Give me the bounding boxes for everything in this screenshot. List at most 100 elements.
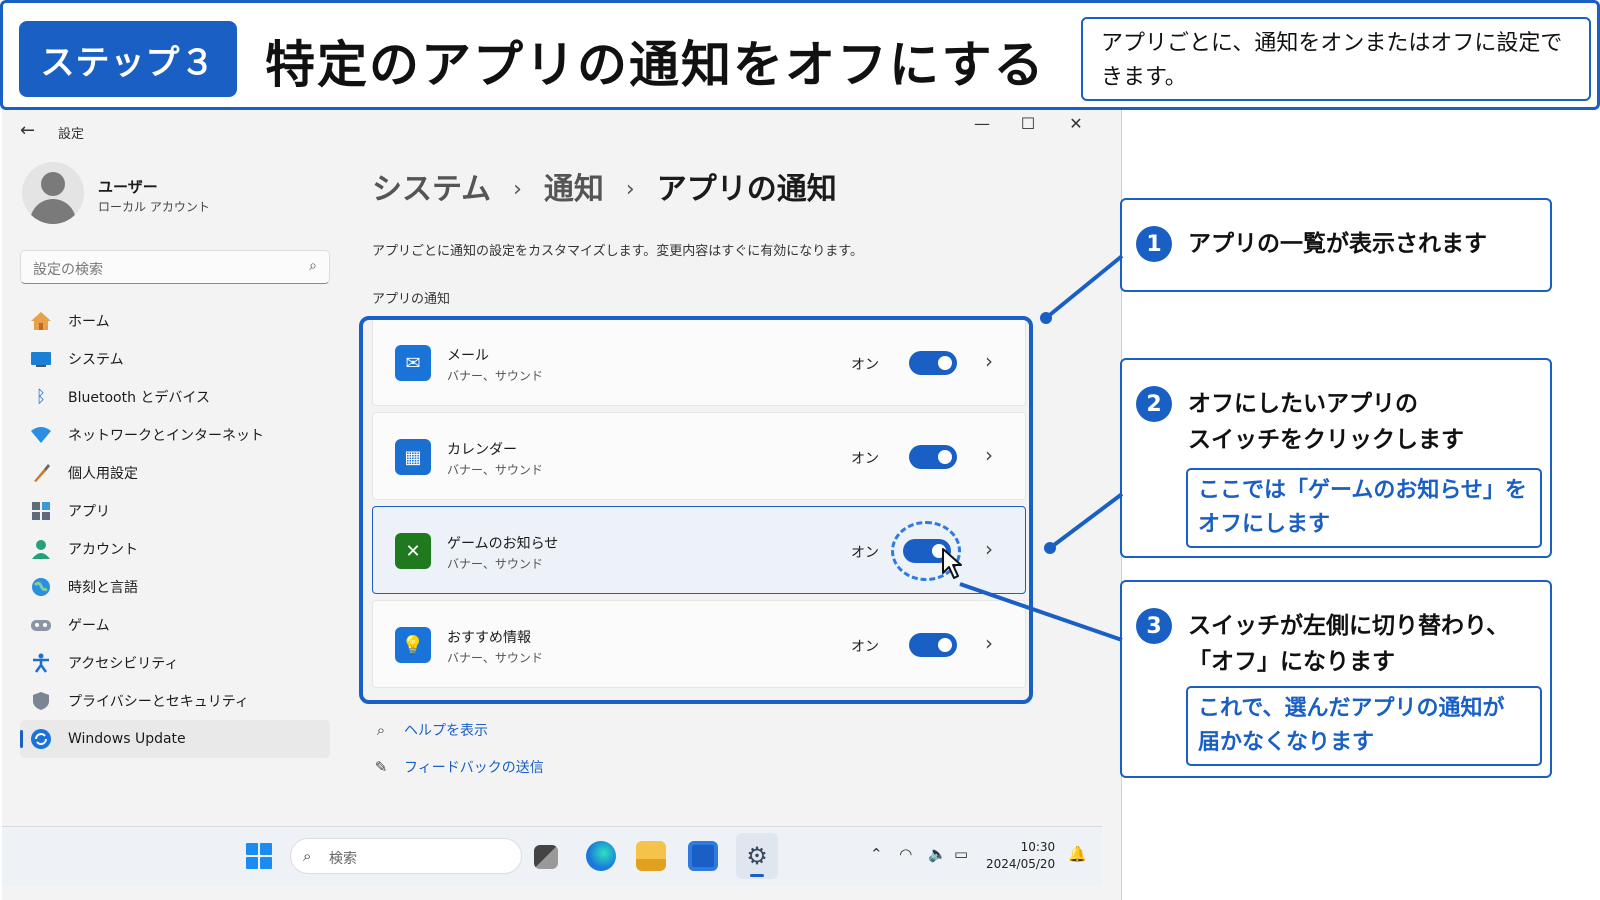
chevron-right-icon[interactable]: ›	[985, 631, 993, 655]
task-view-icon[interactable]	[534, 845, 558, 869]
callout-subnote-line2: 届かなくなります	[1198, 730, 1375, 755]
bluetooth-icon: ᛒ	[35, 387, 47, 407]
feedback-link-label: フィードバックの送信	[404, 760, 544, 776]
step-badge: ステップ３	[19, 21, 237, 97]
chevron-right-icon[interactable]: ›	[985, 537, 993, 561]
breadcrumb-system[interactable]: システム	[372, 172, 491, 207]
gamepad-icon	[30, 614, 52, 636]
app-name: ゲームのお知らせ	[447, 536, 559, 552]
sidebar-item-privacy[interactable]: プライバシーとセキュリティ	[20, 682, 330, 720]
network-icon	[30, 424, 52, 446]
account-type: ローカル アカウント	[98, 200, 210, 214]
sidebar-item-gaming[interactable]: ゲーム	[20, 606, 330, 644]
app-name: カレンダー	[447, 442, 517, 458]
accessibility-icon	[30, 652, 52, 674]
sidebar-item-accounts[interactable]: アカウント	[20, 530, 330, 568]
app-name: おすすめ情報	[447, 630, 531, 646]
app-row-game-notices[interactable]: ✕ ゲームのお知らせ バナー、サウンド オン ›	[372, 506, 1026, 594]
toggle-state-label: オン	[851, 639, 879, 655]
step-note: アプリごとに、通知をオンまたはオフに設定できます。	[1081, 17, 1591, 101]
toggle-state-label: オン	[851, 545, 879, 561]
maximize-button[interactable]: ☐	[1008, 114, 1048, 133]
search-icon: ⌕	[303, 847, 312, 865]
sidebar-item-windows-update[interactable]: Windows Update	[20, 720, 330, 758]
start-button[interactable]	[246, 843, 272, 869]
clock-time: 10:30	[1020, 840, 1056, 854]
volume-icon[interactable]: 🔈	[928, 845, 947, 863]
breadcrumb-notifications[interactable]: 通知	[544, 172, 604, 207]
wifi-icon[interactable]: ◜◝	[900, 845, 912, 863]
callout-subnote-line1: ここでは「ゲームのお知らせ」を	[1198, 478, 1527, 503]
callout-text-line2: スイッチをクリックします	[1188, 427, 1464, 453]
page-description: アプリごとに通知の設定をカスタマイズします。変更内容はすぐに有効になります。	[372, 244, 864, 259]
breadcrumb-separator: ›	[513, 177, 522, 202]
sidebar-item-home[interactable]: ホーム	[20, 302, 330, 340]
settings-search-input[interactable]: 設定の検索 ⌕	[20, 250, 330, 284]
feedback-link[interactable]: ✎ フィードバックの送信	[372, 757, 544, 777]
sidebar-item-accessibility[interactable]: アクセシビリティ	[20, 644, 330, 682]
notification-bell-icon[interactable]: 🔔	[1068, 845, 1087, 863]
sidebar-item-label: ネットワークとインターネット	[68, 428, 264, 444]
account-icon	[30, 538, 52, 560]
sidebar-item-label: アクセシビリティ	[68, 656, 179, 672]
toggle-switch[interactable]	[909, 633, 957, 657]
file-explorer-icon[interactable]	[636, 841, 666, 871]
callout-2: 2 オフにしたいアプリの スイッチをクリックします ここでは「ゲームのお知らせ」…	[1120, 358, 1552, 558]
toggle-switch[interactable]	[909, 351, 957, 375]
clock[interactable]: 10:30 2024/05/20	[986, 839, 1055, 873]
minimize-button[interactable]: —	[962, 114, 1002, 133]
callout-text-line1: スイッチが左側に切り替わり、	[1188, 613, 1510, 639]
sidebar-item-personalization[interactable]: 個人用設定	[20, 454, 330, 492]
help-link[interactable]: ⌕ ヘルプを表示	[372, 720, 488, 740]
search-placeholder: 設定の検索	[33, 262, 103, 278]
chevron-right-icon[interactable]: ›	[985, 349, 993, 373]
battery-icon[interactable]: ▭	[954, 845, 968, 863]
home-icon	[30, 310, 52, 332]
sidebar-item-label: ホーム	[68, 314, 110, 330]
app-sub: バナー、サウンド	[447, 369, 543, 383]
sidebar-item-label: プライバシーとセキュリティ	[68, 694, 249, 710]
settings-taskbar-icon[interactable]: ⚙	[736, 833, 778, 879]
step-title: 特定のアプリの通知をオフにする	[265, 36, 1046, 94]
sidebar-item-apps[interactable]: アプリ	[20, 492, 330, 530]
callout-subnote: これで、選んだアプリの通知が 届かなくなります	[1186, 686, 1542, 766]
sidebar-item-bluetooth[interactable]: ᛒ Bluetooth とデバイス	[20, 378, 330, 416]
window-title: 設定	[58, 127, 85, 142]
globe-icon	[30, 576, 52, 598]
sidebar-item-label: アプリ	[68, 504, 110, 520]
edge-icon[interactable]	[586, 841, 616, 871]
close-button[interactable]: ✕	[1056, 114, 1096, 133]
toggle-switch[interactable]	[909, 445, 957, 469]
sidebar-item-label: 時刻と言語	[68, 580, 138, 596]
taskbar-search[interactable]: ⌕ 検索	[290, 838, 522, 874]
callout-number: 2	[1136, 386, 1172, 422]
callout-3: 3 スイッチが左側に切り替わり、 「オフ」になります これで、選んだアプリの通知…	[1120, 580, 1552, 778]
breadcrumb-separator: ›	[625, 177, 635, 202]
app-row-suggestions[interactable]: 💡 おすすめ情報 バナー、サウンド オン ›	[372, 600, 1026, 688]
sidebar-item-time-language[interactable]: 時刻と言語	[20, 568, 330, 606]
app-sub: バナー、サウンド	[447, 463, 543, 477]
sidebar-item-label: Windows Update	[68, 731, 186, 747]
chevron-up-icon[interactable]: ⌃	[870, 845, 883, 863]
callout-1: 1 アプリの一覧が表示されます	[1120, 198, 1552, 292]
page-title: アプリの通知	[656, 172, 837, 207]
sidebar-item-label: アカウント	[68, 542, 138, 558]
callout-text: アプリの一覧が表示されます	[1188, 231, 1487, 257]
callout-text-line2: 「オフ」になります	[1188, 649, 1395, 675]
sidebar-item-label: 個人用設定	[68, 466, 138, 482]
app-row-mail[interactable]: ✉ メール バナー、サウンド オン ›	[372, 318, 1026, 406]
taskbar: ⌕ 検索 ⚙ ⌃ ◜◝ 🔈 ▭ 10:30 2024/05/20 🔔	[2, 826, 1102, 886]
store-icon[interactable]	[688, 841, 718, 871]
callout-number: 1	[1136, 226, 1172, 262]
back-arrow-icon[interactable]: ←	[20, 120, 35, 141]
sidebar-item-network[interactable]: ネットワークとインターネット	[20, 416, 330, 454]
sidebar-item-label: ゲーム	[68, 618, 110, 634]
callout-subnote-line2: オフにします	[1198, 512, 1331, 537]
chevron-right-icon[interactable]: ›	[985, 443, 993, 467]
mouse-cursor-icon	[942, 548, 962, 579]
callout-number: 3	[1136, 608, 1172, 644]
sidebar-item-system[interactable]: システム	[20, 340, 330, 378]
app-row-calendar[interactable]: ▦ カレンダー バナー、サウンド オン ›	[372, 412, 1026, 500]
toggle-state-label: オン	[851, 357, 879, 373]
settings-window: ← 設定 — ☐ ✕ ユーザー ローカル アカウント 設定の検索 ⌕ ホーム シ…	[2, 110, 1122, 900]
